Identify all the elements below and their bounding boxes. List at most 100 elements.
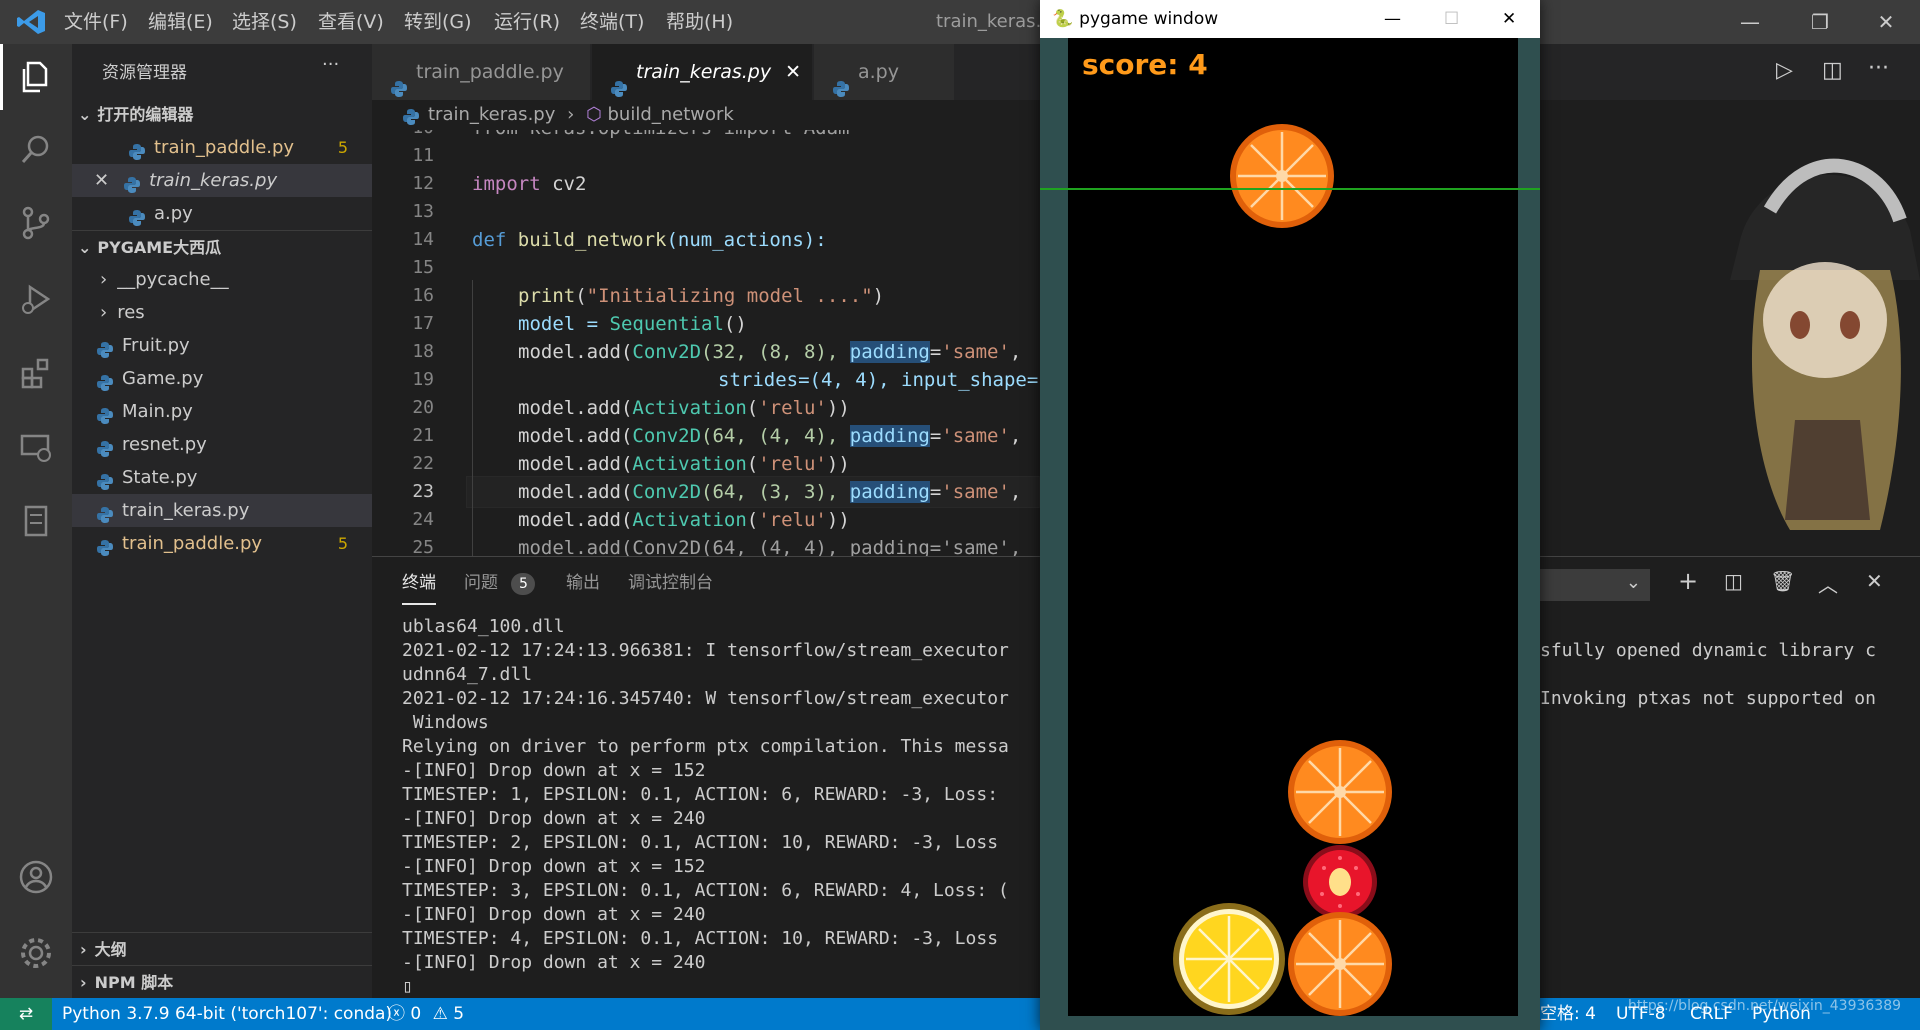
file-resnet[interactable]: resnet.py: [72, 428, 372, 461]
drop-guide-line: [1040, 188, 1540, 190]
tab-output[interactable]: 输出: [566, 557, 600, 609]
more-actions-icon[interactable]: ···: [1868, 56, 1889, 81]
npm-scripts-section[interactable]: › NPM 脚本: [72, 965, 372, 998]
maximize-panel-icon[interactable]: ︿: [1818, 569, 1838, 598]
outline-label: 大纲: [94, 940, 127, 959]
problems-label: 问题: [464, 573, 498, 593]
game-canvas[interactable]: score: 4: [1068, 38, 1518, 1016]
watermark-text: https://blog.csdn.net/weixin_43936389: [1628, 998, 1902, 1014]
code-line: model.add(Activation('relu')): [518, 509, 850, 531]
split-editor-icon[interactable]: ◫: [1822, 58, 1843, 83]
new-terminal-icon[interactable]: +: [1678, 567, 1698, 595]
breadcrumb-file[interactable]: train_keras.py: [428, 104, 555, 125]
minimize-icon[interactable]: —: [1720, 0, 1780, 44]
open-editor-label: train_paddle.py: [154, 137, 295, 158]
remote-indicator-icon[interactable]: ⇄: [0, 998, 52, 1030]
menu-run[interactable]: 运行(R): [494, 0, 560, 44]
editor-actions: ▷ ◫ ···: [1540, 44, 1920, 100]
pygame-snake-icon: 🐍: [1052, 9, 1074, 29]
editor-tab-bar: train_paddle.py train_keras.py ✕ a.py: [372, 44, 1040, 100]
code-editor[interactable]: 10 11 12 13 14 15 16 17 18 19 20 21 22 2…: [372, 130, 1040, 556]
close-window-icon[interactable]: ✕: [1856, 0, 1916, 44]
menu-edit[interactable]: 编辑(E): [148, 0, 213, 44]
chevron-right-icon: ›: [100, 269, 108, 290]
python-file-icon: [96, 436, 114, 457]
pygame-close-icon[interactable]: ✕: [1502, 0, 1516, 38]
python-file-icon: [96, 403, 114, 424]
run-debug-icon[interactable]: [0, 266, 72, 332]
explorer-icon[interactable]: [0, 44, 72, 110]
close-tab-icon[interactable]: ✕: [785, 61, 801, 83]
file-train-keras[interactable]: train_keras.py: [72, 494, 372, 527]
open-editor-label: a.py: [154, 203, 193, 224]
file-game[interactable]: Game.py: [72, 362, 372, 395]
lemon-fruit: [1173, 903, 1285, 1015]
settings-gear-icon[interactable]: [0, 920, 72, 986]
indentation-status[interactable]: 空格: 4: [1540, 998, 1596, 1030]
open-editors-section[interactable]: ⌄ 打开的编辑器: [72, 98, 372, 131]
explorer-sidebar: 资源管理器 ··· ⌄ 打开的编辑器 train_paddle.py 5 ✕ tra…: [72, 44, 372, 998]
orange-fruit: [1288, 740, 1392, 844]
menu-help[interactable]: 帮助(H): [666, 0, 733, 44]
warning-count: 5: [453, 1004, 465, 1024]
project-section[interactable]: ⌄ PYGAME大西瓜: [72, 230, 372, 263]
menu-terminal[interactable]: 终端(T): [580, 0, 644, 44]
tab-a-py[interactable]: a.py: [814, 44, 954, 100]
terminal-line: sfully opened dynamic library c: [1540, 640, 1876, 661]
file-train-paddle[interactable]: train_paddle.py 5: [72, 527, 372, 560]
tab-label: a.py: [858, 61, 899, 83]
folder-pycache[interactable]: › __pycache__: [72, 263, 372, 296]
pygame-window[interactable]: 🐍 pygame window — ☐ ✕ score: 4: [1040, 0, 1540, 1030]
pygame-minimize-icon[interactable]: —: [1384, 0, 1401, 38]
tab-train-paddle[interactable]: train_paddle.py: [372, 44, 590, 100]
menu-file[interactable]: 文件(F): [64, 0, 128, 44]
file-fruit[interactable]: Fruit.py: [72, 329, 372, 362]
chevron-right-icon: ›: [80, 973, 87, 992]
tab-train-keras[interactable]: train_keras.py ✕: [592, 44, 812, 100]
tab-debug-console[interactable]: 调试控制台: [628, 557, 713, 609]
restore-icon[interactable]: ❐: [1790, 0, 1850, 44]
split-terminal-icon[interactable]: ◫: [1724, 569, 1743, 593]
terminal-line: TIMESTEP: 1, EPSILON: 0.1, ACTION: 6, RE…: [402, 784, 1009, 805]
line-number: 25: [412, 537, 434, 556]
file-state[interactable]: State.py: [72, 461, 372, 494]
run-file-icon[interactable]: ▷: [1776, 58, 1793, 83]
terminal-line: Relying on driver to perform ptx compila…: [402, 736, 1009, 757]
line-number-current: 23: [412, 481, 434, 502]
terminal-select-dropdown[interactable]: ⌄: [1540, 569, 1650, 601]
file-main[interactable]: Main.py: [72, 395, 372, 428]
close-panel-icon[interactable]: ✕: [1866, 569, 1883, 593]
problems-status[interactable]: ⓧ 0 ⚠ 5: [388, 998, 464, 1030]
source-control-icon[interactable]: [0, 190, 72, 256]
python-interpreter[interactable]: Python 3.7.9 64-bit ('torch107': conda): [62, 998, 392, 1030]
extensions-icon[interactable]: [0, 340, 72, 406]
tab-problems[interactable]: 问题 5: [464, 557, 536, 609]
account-icon[interactable]: [0, 844, 72, 910]
line-number: 22: [412, 453, 434, 474]
open-editor-train-paddle[interactable]: train_paddle.py 5: [72, 131, 372, 164]
line-number: 15: [412, 257, 434, 278]
terminal-output[interactable]: ublas64_100.dll 2021-02-12 17:24:13.9663…: [372, 609, 1040, 999]
breadcrumb: train_keras.py › ⬡ build_network: [372, 100, 1040, 130]
project-label: PYGAME大西瓜: [97, 238, 222, 257]
open-editor-train-keras[interactable]: ✕ train_keras.py: [72, 164, 372, 197]
folder-res[interactable]: › res: [72, 296, 372, 329]
tab-terminal[interactable]: 终端: [402, 557, 436, 605]
breadcrumb-symbol[interactable]: build_network: [608, 104, 734, 125]
terminal-line: Windows: [402, 712, 489, 733]
search-icon[interactable]: [0, 116, 72, 182]
trash-icon[interactable]: 🗑: [1770, 569, 1795, 593]
remote-explorer-icon[interactable]: [0, 414, 72, 480]
menu-go[interactable]: 转到(G): [404, 0, 472, 44]
explorer-more-button[interactable]: ···: [322, 54, 339, 75]
notebook-icon[interactable]: [0, 488, 72, 554]
python-file-icon: [610, 64, 628, 97]
pygame-maximize-icon[interactable]: ☐: [1444, 0, 1459, 38]
menu-view[interactable]: 查看(V): [318, 0, 384, 44]
close-editor-icon[interactable]: ✕: [94, 170, 109, 191]
menu-selection[interactable]: 选择(S): [232, 0, 297, 44]
terminal-line: -[INFO] Drop down at x = 152: [402, 856, 706, 877]
terminal-line: ublas64_100.dll: [402, 616, 565, 637]
open-editor-a-py[interactable]: a.py: [72, 197, 372, 230]
outline-section[interactable]: › 大纲: [72, 932, 372, 965]
